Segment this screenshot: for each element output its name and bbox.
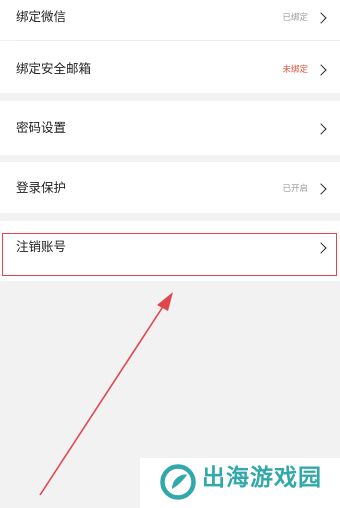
- watermark-logo-icon: [160, 464, 196, 500]
- annotation-arrow: [39, 292, 173, 496]
- watermark-text: 出海游戏园: [202, 465, 322, 491]
- watermark: 出海游戏园: [140, 458, 340, 508]
